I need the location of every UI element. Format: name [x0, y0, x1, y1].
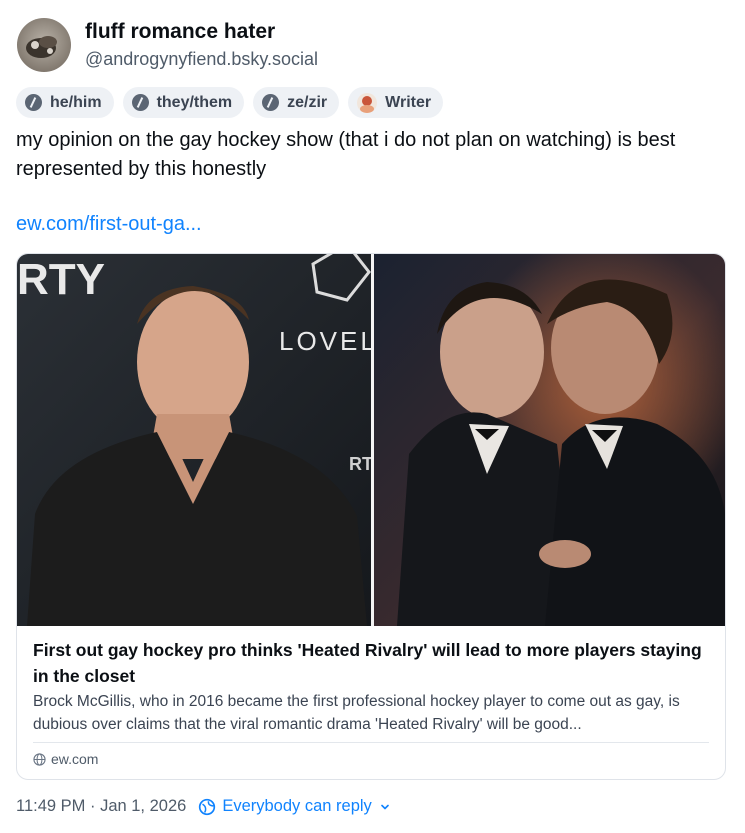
- backdrop-text-lovel: LOVEL: [279, 326, 378, 356]
- author-avatar[interactable]: [17, 18, 71, 72]
- chevron-down-icon: [381, 804, 389, 809]
- backdrop-text-rty: RTY: [17, 255, 105, 304]
- post-footer: 11:49 PM · Jan 1, 2026 Everybody can rep…: [16, 797, 390, 816]
- author-names: fluff romance hater @androgynyfiend.bsky…: [85, 18, 318, 72]
- label-pill-he-him[interactable]: he/him: [16, 87, 114, 118]
- profile-labels: he/him they/them ze/zir Writer: [16, 87, 444, 118]
- reply-settings-label: Everybody can reply: [222, 797, 372, 815]
- reply-settings-button[interactable]: Everybody can reply: [198, 797, 390, 816]
- pronoun-icon: [131, 94, 149, 111]
- label-pill-they-them[interactable]: they/them: [122, 87, 245, 118]
- post-link[interactable]: ew.com/first-out-ga...: [16, 210, 202, 239]
- label-text: Writer: [385, 93, 432, 111]
- link-preview-domain: ew.com: [33, 751, 98, 767]
- writer-avatar-icon: [357, 92, 378, 113]
- domain-text: ew.com: [51, 751, 99, 767]
- globe-reply-icon: [199, 798, 216, 815]
- post-body-text: my opinion on the gay hockey show (that …: [16, 129, 676, 180]
- post-timestamp[interactable]: 11:49 PM · Jan 1, 2026: [16, 797, 186, 816]
- label-text: he/him: [50, 93, 102, 111]
- backdrop-text-rt: RT: [349, 454, 373, 474]
- link-preview-description: Brock McGillis, who in 2016 became the f…: [33, 693, 680, 733]
- label-text: they/them: [156, 93, 233, 111]
- label-text: ze/zir: [287, 93, 328, 111]
- link-preview-thumbnail: RTY LOVEL RT: [17, 254, 725, 626]
- globe-icon: [33, 752, 46, 766]
- link-preview-divider: [33, 742, 709, 743]
- label-pill-ze-zir[interactable]: ze/zir: [253, 87, 340, 118]
- pronoun-icon: [262, 94, 280, 111]
- link-preview-title: First out gay hockey pro thinks 'Heated …: [33, 640, 702, 686]
- post-header: fluff romance hater @androgynyfiend.bsky…: [17, 15, 318, 75]
- link-preview-card[interactable]: RTY LOVEL RT First out gay hockey pro th…: [16, 253, 726, 780]
- pronoun-icon: [25, 94, 42, 111]
- post-thread-item: fluff romance hater @androgynyfiend.bsky…: [0, 0, 745, 833]
- author-handle[interactable]: @androgynyfiend.bsky.social: [85, 46, 318, 72]
- label-pill-writer[interactable]: Writer: [348, 87, 444, 118]
- author-display-name[interactable]: fluff romance hater: [85, 18, 318, 46]
